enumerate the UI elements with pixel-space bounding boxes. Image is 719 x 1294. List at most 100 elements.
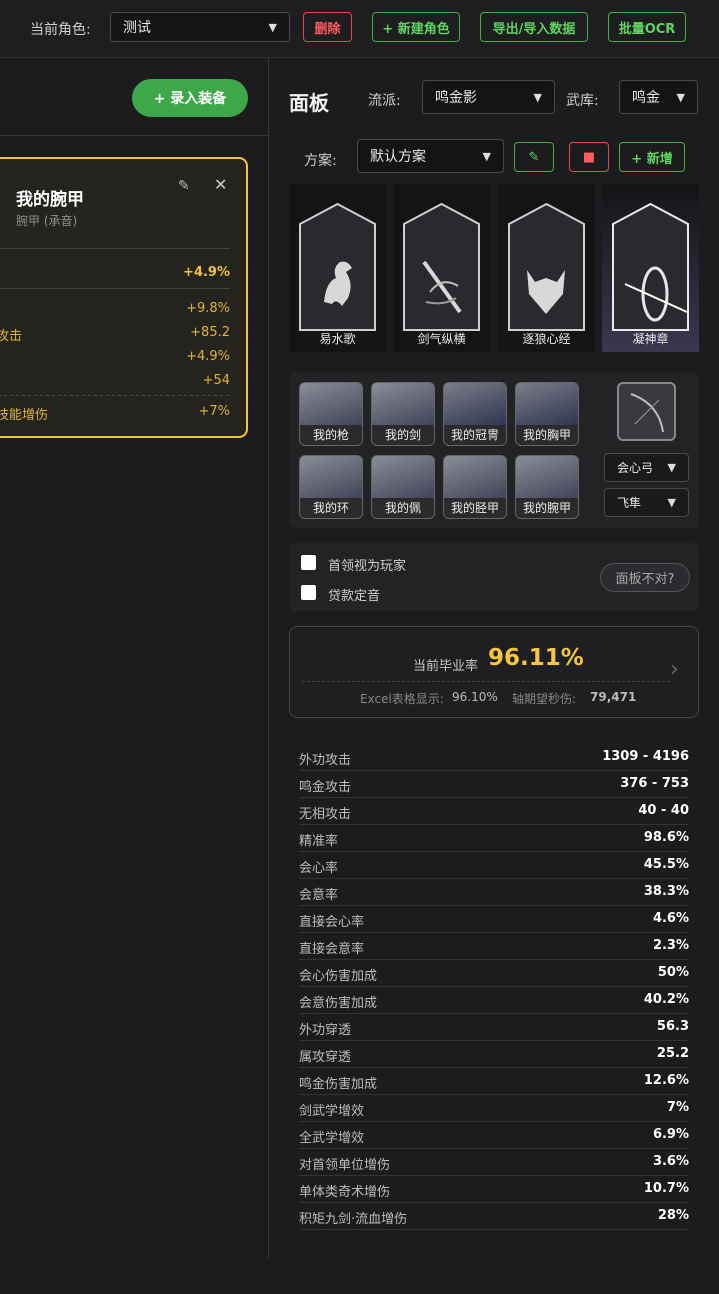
stat-name: 积矩九剑·流血增伤 [299, 1212, 408, 1227]
stat-name: 鸣金攻击 [299, 780, 352, 795]
equipment-image [444, 456, 506, 500]
chevron-right-icon: › [670, 657, 679, 682]
stat-row: 鸣金伤害加成 12.6% [299, 1068, 689, 1095]
stat-name: 鸣金伤害加成 [299, 1077, 378, 1092]
stat-row: 精准率 98.6% [299, 825, 689, 852]
equipment-slot[interactable]: 我的胸甲 [515, 382, 579, 446]
edit-icon[interactable]: ✎ [178, 178, 190, 194]
bow-sub-select[interactable]: 飞隼 ▼ [604, 488, 689, 517]
trash-icon: ■ [582, 149, 596, 165]
bow-arrow-icon [612, 202, 689, 331]
role-select[interactable]: 测试 ▼ [110, 12, 290, 42]
loan-tone-checkbox[interactable] [301, 585, 316, 600]
stat-name: 会心率 [299, 861, 339, 876]
export-import-button[interactable]: 导出/导入数据 [480, 12, 588, 42]
top-bar: 当前角色: 测试 ▼ 删除 + 新建角色 导出/导入数据 批量OCR [0, 0, 719, 58]
batch-ocr-button[interactable]: 批量OCR [608, 12, 686, 42]
bow-type-select[interactable]: 会心弓 ▼ [604, 453, 689, 482]
equipment-slot[interactable]: 我的胫甲 [443, 455, 507, 519]
card-stat-value: +7% [198, 404, 230, 419]
skill-card[interactable]: 易水歌 [289, 184, 386, 352]
skill-card[interactable]: 剑气纵横 [393, 184, 490, 352]
stat-row: 全武学增效 6.9% [299, 1122, 689, 1149]
equipment-slot[interactable]: 我的环 [299, 455, 363, 519]
armory-select-value: 鸣金 [632, 90, 660, 106]
delete-plan-button[interactable]: ■ [569, 142, 609, 172]
new-role-button[interactable]: + 新建角色 [372, 12, 460, 42]
stat-row: 积矩九剑·流血增伤 28% [299, 1203, 689, 1230]
card-main-value: +4.9% [183, 265, 230, 280]
dps-label: 轴期望秒伤: [512, 692, 577, 706]
close-icon[interactable]: ✕ [214, 175, 227, 194]
role-select-value: 测试 [123, 20, 151, 36]
sword-swirl-icon [403, 202, 480, 331]
stat-name: 全武学增效 [299, 1131, 365, 1146]
bow-type-value: 会心弓 [617, 461, 654, 475]
delete-role-button[interactable]: 删除 [303, 12, 352, 42]
column-divider [268, 58, 269, 1258]
equipment-image [300, 456, 362, 500]
add-equipment-button[interactable]: + 录入装备 [132, 79, 248, 117]
boss-player-checkbox[interactable] [301, 555, 316, 570]
stat-value: 376 - 753 [620, 776, 689, 791]
stat-row: 鸣金攻击 376 - 753 [299, 771, 689, 798]
boss-player-label: 首领视为玩家 [328, 559, 407, 574]
rename-plan-button[interactable]: ✎ [514, 142, 554, 172]
stat-name: 无相攻击 [299, 807, 352, 822]
equipment-card[interactable]: 我的腕甲 腕甲 (承音) ✎ ✕ +4.9% +9.8% 攻击 +85.2 +4… [0, 157, 248, 438]
chevron-down-icon: ▼ [268, 20, 277, 34]
card-title: 我的腕甲 [16, 190, 84, 210]
skill-card[interactable]: 逐狼心经 [498, 184, 595, 352]
excel-value: 96.10% [452, 690, 498, 704]
pencil-icon: ✎ [528, 149, 540, 165]
equipment-slot[interactable]: 我的佩 [371, 455, 435, 519]
stat-value: 40.2% [643, 992, 689, 1007]
stat-value: 6.9% [652, 1127, 689, 1142]
bow-slot[interactable] [617, 382, 676, 441]
add-plan-button[interactable]: + 新增 [619, 142, 685, 172]
stat-value: 1309 - 4196 [602, 749, 689, 764]
stat-value: 40 - 40 [638, 803, 689, 818]
loan-tone-label: 贷款定音 [328, 589, 381, 604]
graduation-score-card[interactable]: 当前毕业率 96.11% › Excel表格显示: 96.10% 轴期望秒伤: … [289, 626, 699, 718]
skill-name: 易水歌 [319, 332, 356, 346]
card-divider [0, 288, 230, 289]
card-dashed-divider [0, 395, 230, 396]
card-stat-value: +85.2 [190, 325, 230, 340]
equipment-slot[interactable]: 我的腕甲 [515, 455, 579, 519]
chevron-down-icon: ▼ [482, 149, 491, 163]
card-stat-value: +4.9% [186, 349, 230, 364]
plan-select[interactable]: 默认方案 ▼ [357, 139, 504, 173]
left-header-divider [0, 135, 268, 136]
skill-card[interactable]: 凝神章 [602, 184, 699, 352]
stat-name: 属攻穿透 [299, 1050, 352, 1065]
stat-row: 外功攻击 1309 - 4196 [299, 744, 689, 771]
equipment-label: 我的枪 [300, 425, 362, 445]
equipment-image [516, 383, 578, 427]
stat-value: 10.7% [643, 1181, 689, 1196]
equipment-slot[interactable]: 我的枪 [299, 382, 363, 446]
dps-value: 79,471 [590, 690, 637, 704]
stat-value: 38.3% [643, 884, 689, 899]
skill-name: 逐狼心经 [522, 332, 571, 346]
equipment-label: 我的环 [300, 498, 362, 518]
equipment-slot[interactable]: 我的冠冑 [443, 382, 507, 446]
skill-name: 剑气纵横 [417, 332, 466, 346]
card-stat-value: +9.8% [186, 301, 230, 316]
card-subtitle: 腕甲 (承音) [16, 214, 78, 228]
stat-row: 剑武学增效 7% [299, 1095, 689, 1122]
school-select[interactable]: 鸣金影 ▼ [422, 80, 555, 114]
chevron-down-icon: ▼ [676, 90, 685, 104]
equipment-slot[interactable]: 我的剑 [371, 382, 435, 446]
armory-select[interactable]: 鸣金 ▼ [619, 80, 698, 114]
stat-value: 2.3% [652, 938, 689, 953]
equipment-image [372, 456, 434, 500]
skill-name: 凝神章 [632, 332, 669, 346]
stat-name: 会心伤害加成 [299, 969, 378, 984]
score-divider [302, 681, 670, 682]
stat-value: 56.3 [656, 1019, 689, 1034]
stat-value: 3.6% [652, 1154, 689, 1169]
panel-wrong-button[interactable]: 面板不对? [600, 563, 690, 592]
stat-value: 4.6% [652, 911, 689, 926]
stat-name: 精准率 [299, 834, 339, 849]
